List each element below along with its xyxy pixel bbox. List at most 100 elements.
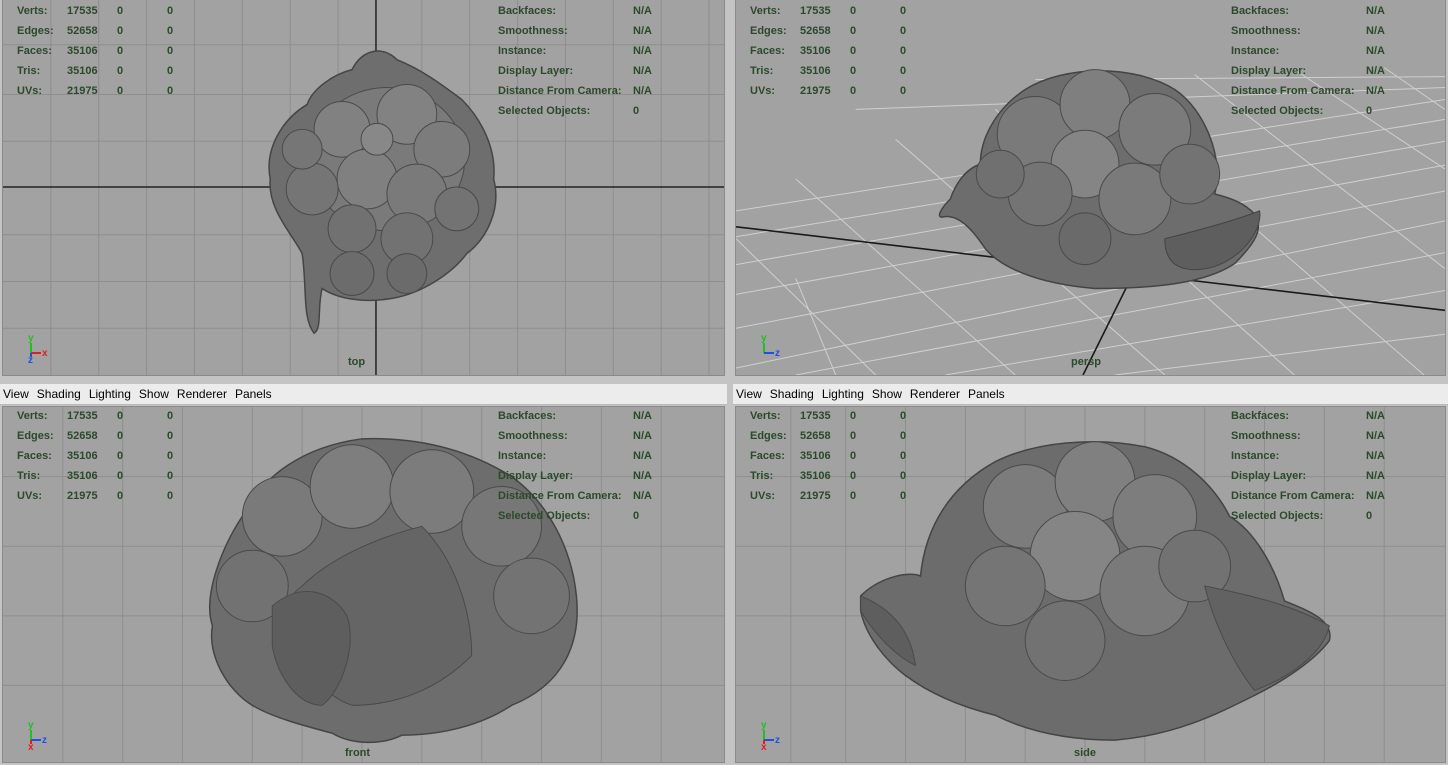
hud-stat-v2: 0 bbox=[850, 410, 857, 422]
hud-stat-v3: 0 bbox=[900, 85, 907, 97]
hud-stat-v3: 0 bbox=[167, 470, 174, 482]
hud-info-label: Smoothness: bbox=[1231, 430, 1301, 442]
hud-stat-v2: 0 bbox=[850, 45, 857, 57]
hud-stat-v2: 0 bbox=[117, 450, 124, 462]
menu-lighting[interactable]: Lighting bbox=[819, 384, 867, 404]
viewport-canvas-top[interactable]: Verts: 17535 0 0 Edges: 52658 0 0 Faces: 35106 0 0 T… bbox=[2, 0, 725, 376]
menu-view[interactable]: View bbox=[0, 384, 32, 404]
hud-info-value: N/A bbox=[633, 410, 652, 422]
scene-front bbox=[3, 407, 724, 762]
hud-stat-v3: 0 bbox=[900, 45, 907, 57]
hud-info-value: N/A bbox=[1366, 45, 1385, 57]
axis-letter: y bbox=[761, 720, 767, 731]
hud-stat-label: Verts: bbox=[750, 5, 781, 17]
hud-stat-v1: 35106 bbox=[800, 45, 831, 57]
hud-stat-v2: 0 bbox=[117, 410, 124, 422]
menu-panels[interactable]: Panels bbox=[232, 384, 275, 404]
hud-info-label: Smoothness: bbox=[498, 430, 568, 442]
hud-info-value: 0 bbox=[633, 510, 640, 522]
hud-stat-v1: 52658 bbox=[67, 25, 98, 37]
camera-label-top: top bbox=[348, 356, 366, 368]
cauliflower-mesh-front bbox=[209, 437, 578, 744]
hud-info-value: N/A bbox=[633, 470, 652, 482]
hud-stat-v3: 0 bbox=[900, 65, 907, 77]
hud-info-label: Instance: bbox=[1231, 450, 1280, 462]
viewport-canvas-front[interactable]: Verts: 17535 0 0 Edges: 52658 0 0 Faces: 35106 0 0 T… bbox=[2, 406, 725, 763]
viewport-panel-side[interactable]: View Shading Lighting Show Renderer Panels bbox=[733, 384, 1448, 765]
menu-shading[interactable]: Shading bbox=[767, 384, 817, 404]
axis-letter: x bbox=[761, 742, 767, 750]
hud-stat-v3: 0 bbox=[167, 65, 174, 77]
hud-stat-v3: 0 bbox=[167, 25, 174, 37]
hud-info-value: N/A bbox=[1366, 470, 1385, 482]
viewport-canvas-persp[interactable]: Verts: 17535 0 0 Edges: 52658 0 0 Faces: 35106 0 0 T… bbox=[735, 0, 1446, 376]
menu-lighting[interactable]: Lighting bbox=[86, 384, 134, 404]
hud-stat-label: Faces: bbox=[750, 450, 785, 462]
hud-stat-v3: 0 bbox=[167, 410, 174, 422]
hud-stat-label: UVs: bbox=[17, 85, 43, 97]
hud-info-label: Selected Objects: bbox=[498, 510, 591, 522]
menu-renderer[interactable]: Renderer bbox=[174, 384, 230, 404]
axis-gizmo-icon: yx z bbox=[28, 333, 48, 366]
axis-letter: x bbox=[28, 742, 34, 750]
viewport-canvas-side[interactable]: Verts: 17535 0 0 Edges: 52658 0 0 Faces: 35106 0 0 T… bbox=[735, 406, 1446, 763]
scene-persp bbox=[736, 67, 1445, 375]
hud-stat-label: Tris: bbox=[750, 65, 774, 77]
hud-info-label: Selected Objects: bbox=[498, 105, 591, 117]
hud-info-label: Selected Objects: bbox=[1231, 105, 1324, 117]
hud-stat-v2: 0 bbox=[850, 450, 857, 462]
axis-letter: z bbox=[28, 355, 33, 363]
hud-stat-v2: 0 bbox=[117, 430, 124, 442]
hud-info-label: Display Layer: bbox=[498, 65, 574, 77]
hud-stat-v2: 0 bbox=[117, 85, 124, 97]
hud-info-value: N/A bbox=[1366, 25, 1385, 37]
menu-show[interactable]: Show bbox=[136, 384, 172, 404]
axis-gizmo-icon: yzx bbox=[28, 720, 47, 753]
hud-stat-v2: 0 bbox=[850, 25, 857, 37]
hud-stat-v3: 0 bbox=[900, 5, 907, 17]
hud-stat-v1: 21975 bbox=[67, 85, 98, 97]
camera-label-side: side bbox=[1074, 747, 1097, 759]
hud-stat-label: Verts: bbox=[17, 5, 48, 17]
hud-stat-v3: 0 bbox=[167, 450, 174, 462]
menu-show[interactable]: Show bbox=[869, 384, 905, 404]
hud-stat-v1: 35106 bbox=[800, 450, 831, 462]
viewport-panel-top[interactable]: Verts: 17535 0 0 Edges: 52658 0 0 Faces: 35106 0 0 T… bbox=[0, 0, 727, 378]
hud-stat-v2: 0 bbox=[117, 65, 124, 77]
hud-info-label: Display Layer: bbox=[1231, 470, 1307, 482]
hud-stat-v1: 35106 bbox=[67, 65, 98, 77]
hud-stat-v1: 52658 bbox=[67, 430, 98, 442]
hud-stat-v1: 21975 bbox=[800, 490, 831, 502]
hud-stat-label: Edges: bbox=[17, 25, 54, 37]
hud-stat-v2: 0 bbox=[117, 45, 124, 57]
hud-stat-v3: 0 bbox=[900, 450, 907, 462]
menu-shading[interactable]: Shading bbox=[34, 384, 84, 404]
menu-view[interactable]: View bbox=[733, 384, 765, 404]
axis-letter: y bbox=[28, 333, 34, 344]
scene-side bbox=[736, 407, 1445, 762]
viewport-panel-persp[interactable]: Verts: 17535 0 0 Edges: 52658 0 0 Faces: 35106 0 0 T… bbox=[733, 0, 1448, 378]
axis-indicator-side: yzx bbox=[756, 718, 796, 753]
hud-stat-label: Edges: bbox=[17, 430, 54, 442]
hud-info-value: N/A bbox=[633, 45, 652, 57]
hud-stat-label: Faces: bbox=[17, 450, 52, 462]
hud-info-value: N/A bbox=[633, 85, 652, 97]
hud-stat-label: Verts: bbox=[17, 410, 48, 422]
hud-info-value: N/A bbox=[1366, 410, 1385, 422]
hud-info-value: 0 bbox=[1366, 510, 1373, 522]
hud-stat-v3: 0 bbox=[167, 85, 174, 97]
hud-info-value: N/A bbox=[633, 5, 652, 17]
hud-stat-v2: 0 bbox=[850, 85, 857, 97]
hud-info-value: 0 bbox=[633, 105, 640, 117]
menu-panels[interactable]: Panels bbox=[965, 384, 1008, 404]
axis-letter: y bbox=[28, 720, 34, 731]
hud-stat-label: Tris: bbox=[750, 470, 774, 482]
hud-stat-v3: 0 bbox=[900, 25, 907, 37]
hud-info-label: Distance From Camera: bbox=[498, 490, 622, 502]
hud-info-value: N/A bbox=[633, 65, 652, 77]
menu-renderer[interactable]: Renderer bbox=[907, 384, 963, 404]
hud-stat-v1: 17535 bbox=[800, 410, 831, 422]
axis-indicator-top: yx z bbox=[23, 331, 63, 366]
hud-info-label: Instance: bbox=[498, 450, 547, 462]
viewport-panel-front[interactable]: View Shading Lighting Show Renderer Panels bbox=[0, 384, 727, 765]
